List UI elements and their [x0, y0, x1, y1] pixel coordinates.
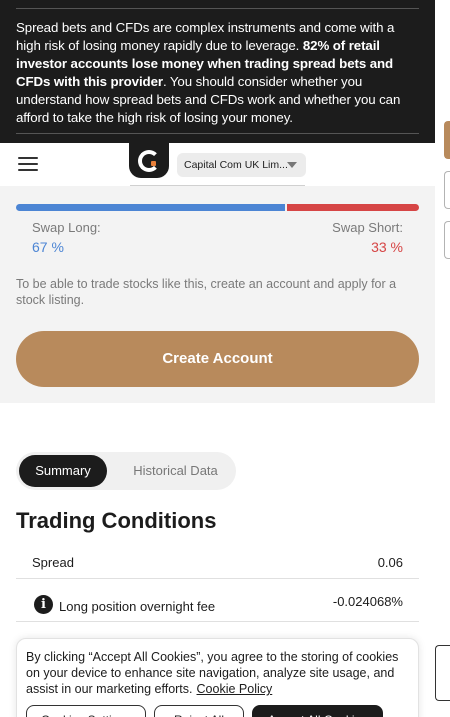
entity-selector-label: Capital Com UK Lim...: [184, 159, 288, 171]
accept-all-cookies-button[interactable]: Accept All Cookies: [252, 705, 383, 717]
edge-side-tab[interactable]: [435, 645, 450, 701]
stock-listing-note: To be able to trade stocks like this, cr…: [16, 277, 397, 307]
tab-historical-data[interactable]: Historical Data: [118, 455, 233, 487]
cookie-text: By clicking “Accept All Cookies”, you ag…: [26, 649, 409, 697]
condition-label: Long position overnight fee: [59, 599, 216, 614]
logo-accent-dot: [151, 161, 156, 166]
cookie-policy-link[interactable]: Cookie Policy: [197, 682, 273, 696]
swap-short-value: 33 %: [371, 239, 403, 255]
hamburger-icon[interactable]: [18, 157, 38, 171]
swap-long-value: 67 %: [32, 239, 64, 255]
edge-side-tab[interactable]: [444, 221, 450, 259]
risk-warning-text: Spread bets and CFDs are complex instrum…: [16, 19, 419, 127]
swap-long-bar: [16, 204, 285, 211]
reject-all-button[interactable]: Reject All: [154, 705, 244, 717]
edge-side-tab[interactable]: [444, 121, 450, 159]
capital-com-logo[interactable]: [129, 143, 169, 178]
condition-value: 0.06: [377, 555, 403, 570]
entity-selector[interactable]: Capital Com UK Lim...: [177, 153, 306, 177]
trading-conditions-title: Trading Conditions: [16, 508, 217, 533]
swap-long-label: Swap Long:: [32, 220, 101, 235]
condition-row-spread: Spread 0.06: [16, 548, 419, 579]
edge-side-tab[interactable]: [444, 171, 450, 209]
divider: [16, 8, 419, 9]
swap-short-label: Swap Short:: [332, 220, 403, 235]
header-nav: Capital Com UK Lim...: [0, 143, 435, 186]
tab-summary[interactable]: Summary: [19, 455, 107, 487]
condition-row-overnight-fee: i Long position overnight fee -0.024068%: [16, 580, 419, 622]
cookie-consent-banner: By clicking “Accept All Cookies”, you ag…: [16, 638, 419, 717]
condition-label: Spread: [32, 555, 74, 570]
condition-value: -0.024068%: [332, 594, 403, 609]
view-tabs: Summary Historical Data: [16, 452, 236, 490]
risk-warning-banner: Spread bets and CFDs are complex instrum…: [0, 0, 435, 143]
swap-short-bar: [287, 204, 419, 211]
divider: [16, 133, 419, 134]
cookies-settings-button[interactable]: Cookies Settings: [26, 705, 146, 717]
info-icon[interactable]: i: [34, 595, 53, 614]
caret-down-icon: [287, 162, 297, 168]
create-account-button[interactable]: Create Account: [16, 331, 419, 387]
swap-panel: Swap Long: Swap Short: 67 % 33 % To be a…: [0, 186, 435, 403]
